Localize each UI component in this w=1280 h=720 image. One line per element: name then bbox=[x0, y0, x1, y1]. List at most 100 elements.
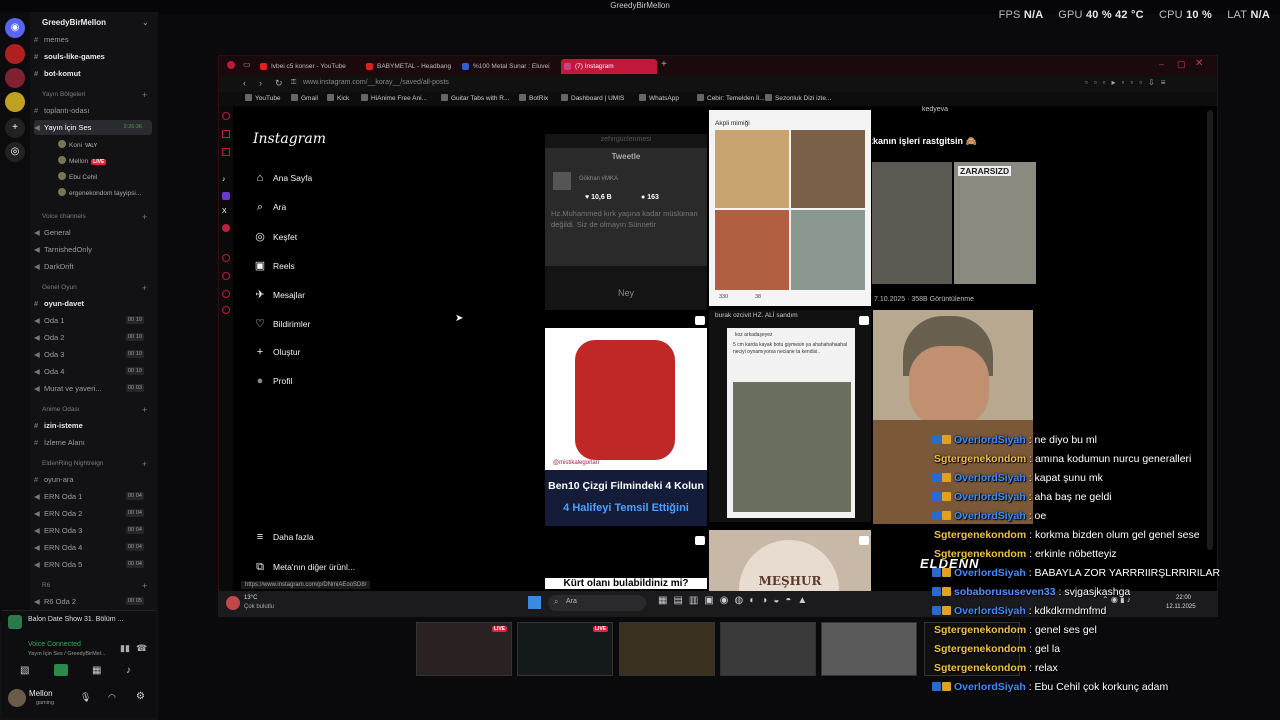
text-channel[interactable]: ◀ Yayın İçin Ses 2:26:36 bbox=[34, 120, 152, 135]
category-header[interactable]: Anime Odası bbox=[42, 406, 80, 413]
chat-username[interactable]: OverlordSiyah bbox=[954, 491, 1026, 503]
nav-messages[interactable]: ✈ Mesajlar bbox=[253, 288, 305, 301]
chat-username[interactable]: Sgtergenekondom bbox=[934, 529, 1026, 541]
username[interactable]: Mellon bbox=[29, 689, 53, 698]
voice-user[interactable]: Koni VALY bbox=[58, 140, 97, 149]
chat-username[interactable]: Sgtergenekondom bbox=[934, 643, 1026, 655]
more-icon[interactable] bbox=[222, 306, 230, 314]
instagram-logo[interactable]: Instagram bbox=[253, 131, 326, 147]
voice-channel[interactable]: ◀ ERN Oda 3 00 04 bbox=[34, 523, 152, 538]
twitch-icon[interactable] bbox=[222, 192, 230, 200]
server-icon-1[interactable] bbox=[5, 44, 25, 64]
side-panel-icon[interactable] bbox=[222, 130, 230, 138]
nav-search[interactable]: ⌕ Ara bbox=[253, 201, 286, 214]
settings-icon[interactable] bbox=[222, 290, 230, 298]
bookmark-item[interactable]: HiAnime Free Ani... bbox=[361, 94, 427, 102]
add-channel-icon[interactable]: + bbox=[142, 581, 147, 591]
nav-home[interactable]: ⌂ Ana Sayfa bbox=[253, 172, 313, 184]
bookmark-item[interactable]: BotRix bbox=[519, 94, 548, 102]
url-input[interactable]: www.instagram.com/__koray__/saved/all-po… bbox=[303, 79, 449, 86]
post-hz-ali[interactable]: burak ozcivit HZ. ALİ sandım koz arkadaş… bbox=[709, 310, 871, 522]
close-icon[interactable]: ✕ bbox=[1195, 58, 1203, 69]
bookmark-item[interactable]: Gmail bbox=[291, 94, 318, 102]
stream-thumbnail[interactable] bbox=[619, 622, 715, 676]
x-icon[interactable]: X bbox=[222, 208, 227, 215]
soundboard-icon[interactable]: ♪ bbox=[126, 665, 131, 676]
nav-explore[interactable]: ◎ Keşfet bbox=[253, 230, 297, 243]
voice-user[interactable]: Ebu Cehil bbox=[58, 172, 97, 181]
voice-channel[interactable]: ◀ Oda 2 00 10 bbox=[34, 330, 152, 345]
stream-thumbnail[interactable] bbox=[720, 622, 816, 676]
voice-user[interactable]: ergenekondom tayyipsi... bbox=[58, 188, 141, 197]
voice-channel[interactable]: ◀ ERN Oda 1 00 04 bbox=[34, 489, 152, 504]
nav-meta[interactable]: ⧉ Meta'nın diğer ürünl... bbox=[253, 561, 355, 574]
post-ben10[interactable]: @mistikalegorlari Ben10 Çizgi Filmindeki… bbox=[545, 312, 707, 526]
toolbar-icons[interactable]: ▫▫▫▸▫▫▫⇩≡ bbox=[1085, 78, 1171, 87]
voice-channel[interactable]: ◀ Oda 3 00 10 bbox=[34, 347, 152, 362]
pinned-apps[interactable]: ▦▤▥▣◉◍◐◑◒◓▲ bbox=[658, 595, 813, 606]
add-channel-icon[interactable]: + bbox=[142, 212, 147, 222]
bookmark-item[interactable]: Sezonluk Dizi izle... bbox=[765, 94, 831, 102]
workspaces-icon[interactable]: ▭ bbox=[243, 60, 251, 69]
settings-gear-icon[interactable]: ⚙ bbox=[136, 691, 145, 702]
voice-channel[interactable]: ◀ R6 Oda 2 00 05 bbox=[34, 594, 152, 609]
chat-username[interactable]: Sgtergenekondom bbox=[934, 624, 1026, 636]
voice-user[interactable]: Mellon LIVE bbox=[58, 156, 107, 165]
stream-thumbnail[interactable]: LIVE bbox=[416, 622, 512, 676]
screen-share-icon[interactable] bbox=[54, 664, 68, 676]
explore-icon[interactable]: ◎ bbox=[5, 142, 25, 162]
downloads-icon[interactable] bbox=[222, 272, 230, 280]
text-channel[interactable]: # memes bbox=[34, 32, 152, 47]
voice-channel[interactable]: ◀ Oda 1 00 10 bbox=[34, 313, 152, 328]
nav-notifications[interactable]: ♡ Bildirimler bbox=[253, 317, 310, 330]
nav-profile[interactable]: ● Profil bbox=[253, 375, 293, 387]
voice-channel[interactable]: ◀ ERN Oda 4 00 04 bbox=[34, 540, 152, 555]
browser-tab[interactable]: BABYMETAL - Headbang bbox=[363, 59, 461, 74]
chat-username[interactable]: OverlordSiyah bbox=[954, 510, 1026, 522]
weather-temp[interactable]: 13°C bbox=[244, 595, 257, 601]
text-channel[interactable]: # İzleme Alanı bbox=[34, 435, 152, 450]
voice-channel-label[interactable]: Yayın İçin Ses / GreedyBirMel... bbox=[28, 651, 106, 657]
chat-username[interactable]: Sgtergenekondom bbox=[934, 453, 1026, 465]
chat-username[interactable]: sobaborususeven33 bbox=[954, 586, 1056, 598]
tiktok-icon[interactable]: ♪ bbox=[222, 176, 226, 183]
signal-icon[interactable]: ▮▮ bbox=[120, 643, 130, 654]
back-icon[interactable]: ‹ bbox=[243, 78, 246, 88]
reload-icon[interactable]: ↻ bbox=[275, 78, 283, 89]
chat-username[interactable]: OverlordSiyah bbox=[954, 681, 1026, 693]
bookmark-item[interactable]: Guitar Tabs with R... bbox=[441, 94, 509, 102]
text-channel[interactable]: # toplantı-odası bbox=[34, 103, 152, 118]
bookmark-item[interactable]: Kick bbox=[327, 94, 349, 102]
category-header[interactable]: Yayın Bölgeleri bbox=[42, 91, 85, 98]
server-icon-2[interactable] bbox=[5, 68, 25, 88]
chat-username[interactable]: OverlordSiyah bbox=[954, 434, 1026, 446]
browser-logo-icon[interactable] bbox=[227, 61, 235, 69]
stream-thumbnail[interactable]: LIVE bbox=[517, 622, 613, 676]
category-header[interactable]: EldenRing Nightreign bbox=[42, 460, 103, 467]
post-kurt[interactable]: Kürt olanı bulabildiniz mi? bbox=[545, 530, 707, 596]
bookmark-item[interactable]: YouTube bbox=[245, 94, 281, 102]
add-channel-icon[interactable]: + bbox=[142, 459, 147, 469]
voice-channel[interactable]: ◀ DarkDrift bbox=[34, 259, 152, 274]
voice-channel[interactable]: ◀ General bbox=[34, 225, 152, 240]
chat-username[interactable]: OverlordSiyah bbox=[954, 472, 1026, 484]
add-channel-icon[interactable]: + bbox=[142, 90, 147, 100]
discord-home-icon[interactable]: ◉ bbox=[5, 18, 25, 38]
nav-more[interactable]: ≡ Daha fazla bbox=[253, 531, 314, 543]
server-icon-3[interactable] bbox=[5, 92, 25, 112]
camera-off-icon[interactable]: ▧ bbox=[20, 665, 29, 676]
voice-channel[interactable]: ◀ ERN Oda 2 00 04 bbox=[34, 506, 152, 521]
new-tab-icon[interactable]: + bbox=[661, 59, 667, 70]
weather-text[interactable]: Çok bulutlu bbox=[244, 604, 274, 610]
activity-title[interactable]: Balon Date Show 31. Bölüm ... bbox=[28, 616, 123, 623]
text-channel[interactable]: # souls-like-games bbox=[34, 49, 152, 64]
text-channel[interactable]: # oyun-ara bbox=[34, 472, 152, 487]
disconnect-icon[interactable]: ☎ bbox=[136, 643, 147, 654]
bookmark-item[interactable]: Dashboard | UMIS bbox=[561, 94, 624, 102]
chat-username[interactable]: Sgtergenekondom bbox=[934, 548, 1026, 560]
text-channel[interactable]: # bot-komut bbox=[34, 66, 152, 81]
search-box[interactable]: ⌕ Ara bbox=[548, 595, 646, 611]
bookmark-item[interactable]: WhatsApp bbox=[639, 94, 679, 102]
voice-channel[interactable]: ◀ Oda 4 00 10 bbox=[34, 364, 152, 379]
post-meshur[interactable]: MEŞHUR bbox=[709, 530, 871, 596]
